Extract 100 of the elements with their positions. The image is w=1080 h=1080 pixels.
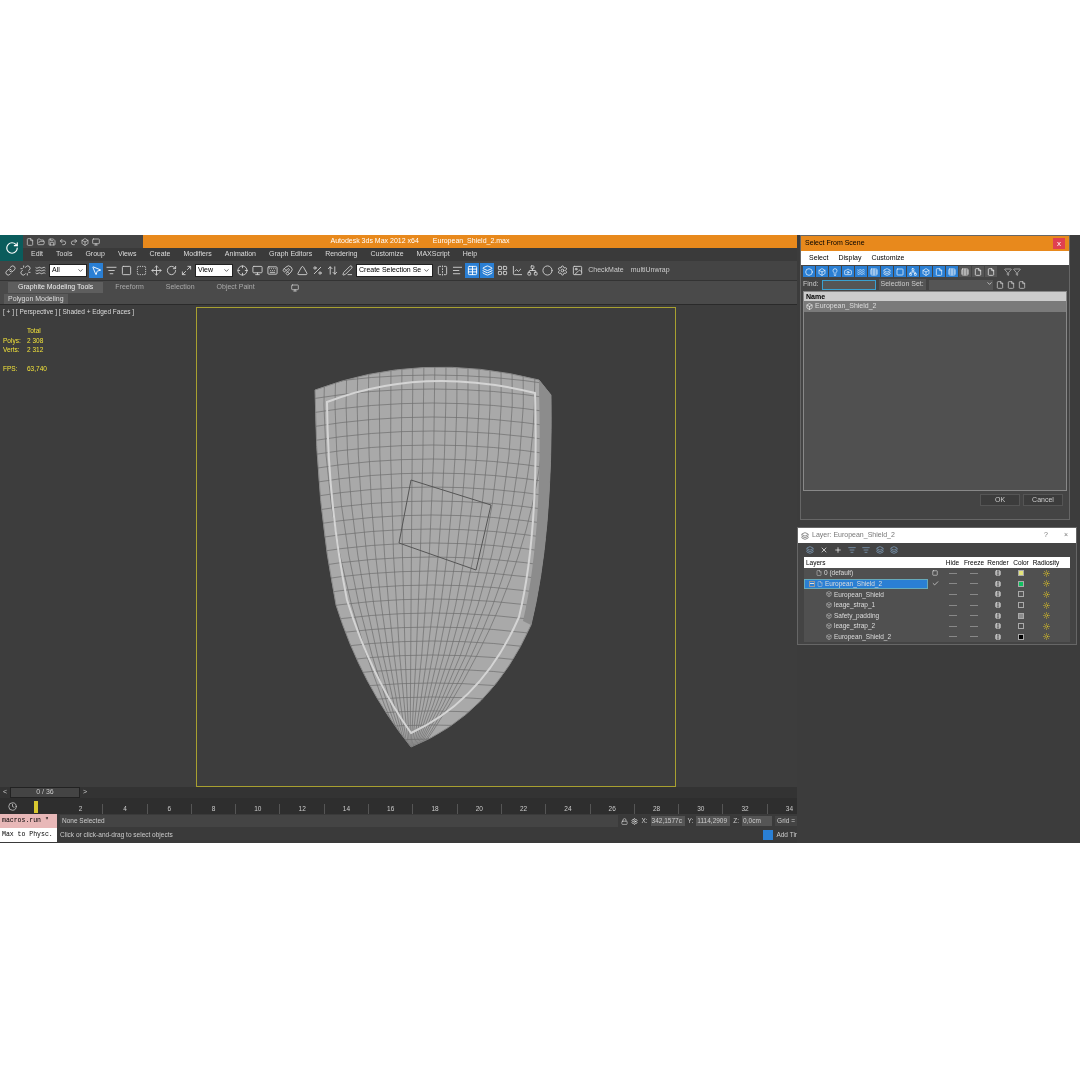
chevron-down-icon <box>223 267 230 274</box>
new-file-icon[interactable] <box>26 237 34 246</box>
lock-icon[interactable] <box>621 817 629 825</box>
layers-button[interactable] <box>480 263 495 278</box>
delete-icon[interactable] <box>820 546 828 554</box>
window-crossing-button[interactable] <box>134 263 148 278</box>
snap-button[interactable] <box>280 263 294 278</box>
container-filter-button[interactable] <box>920 266 932 277</box>
unlink-button[interactable] <box>18 263 32 278</box>
rendered-frame-icon <box>571 265 583 276</box>
selection-set-icon[interactable] <box>995 280 1004 289</box>
radiosity-icon[interactable] <box>1042 601 1050 609</box>
angle-snap-icon <box>296 265 308 276</box>
layer-icon <box>816 570 822 577</box>
link-icon <box>4 265 16 276</box>
link-button[interactable] <box>3 263 17 278</box>
collapse-icon[interactable] <box>809 580 815 587</box>
select-button[interactable] <box>89 263 103 278</box>
object-icon <box>826 623 832 630</box>
color-swatch[interactable] <box>1018 591 1024 598</box>
radiosity-icon[interactable] <box>1042 622 1050 630</box>
scale-icon <box>180 265 192 276</box>
object-icon <box>826 591 832 598</box>
percent-snap-button[interactable] <box>310 263 324 278</box>
snap-icon <box>281 265 293 276</box>
radiosity-icon[interactable] <box>1042 569 1050 577</box>
object-icon <box>806 303 813 310</box>
object-icon <box>826 612 832 619</box>
rectangle-button[interactable] <box>119 263 133 278</box>
pivot-icon <box>236 265 248 276</box>
rendered-frame-button[interactable] <box>570 263 585 278</box>
angle-snap-button[interactable] <box>295 263 309 278</box>
app-logo-button[interactable] <box>0 235 23 261</box>
pivot-button[interactable] <box>235 263 249 278</box>
bone-filter-icon <box>909 267 917 276</box>
scene-explorer-icon <box>466 265 478 276</box>
find-field[interactable] <box>821 279 876 290</box>
shape-filter-button[interactable] <box>816 266 828 277</box>
mirror-icon <box>436 265 448 276</box>
color-swatch[interactable] <box>1018 602 1024 609</box>
rotate-button[interactable] <box>164 263 178 278</box>
undo-icon[interactable] <box>59 237 67 246</box>
redo-icon[interactable] <box>70 237 78 246</box>
add-icon[interactable] <box>834 546 842 554</box>
helper-filter-button[interactable] <box>855 266 867 277</box>
render-setup-button[interactable] <box>555 263 570 278</box>
frame-marker-icon <box>34 801 38 813</box>
edit-selection-icon <box>341 265 353 276</box>
open-folder-icon[interactable] <box>37 237 45 246</box>
color-swatch[interactable] <box>1018 570 1024 577</box>
color-swatch[interactable] <box>1018 580 1024 587</box>
save-icon[interactable] <box>48 237 56 246</box>
ribbon-button[interactable] <box>495 263 510 278</box>
group-filter-button[interactable] <box>881 266 893 277</box>
layer-icon <box>817 580 823 587</box>
time-tag-icon[interactable] <box>763 830 774 840</box>
curve-editor-button[interactable] <box>510 263 525 278</box>
radiosity-icon[interactable] <box>1042 612 1050 620</box>
selection-set-icon[interactable] <box>1017 280 1026 289</box>
bone-filter-button[interactable] <box>907 266 919 277</box>
light-filter-button[interactable] <box>829 266 841 277</box>
radiosity-icon[interactable] <box>1042 633 1050 641</box>
color-swatch[interactable] <box>1018 623 1024 630</box>
geometry-filter-button[interactable] <box>803 266 815 277</box>
xref-filter-icon <box>896 267 904 276</box>
selection-set-icon[interactable] <box>1006 280 1015 289</box>
scene-explorer-button[interactable] <box>465 263 480 278</box>
color-swatch[interactable] <box>1018 612 1024 619</box>
select-icon <box>90 265 102 276</box>
chevron-down-icon <box>423 267 431 274</box>
radiosity-icon[interactable] <box>1042 580 1050 588</box>
xref-filter-button[interactable] <box>894 266 906 277</box>
track-bar-icon[interactable] <box>8 801 17 811</box>
close-button[interactable]: x <box>1053 238 1065 249</box>
app-logo-icon <box>4 241 19 255</box>
color-swatch[interactable] <box>1018 633 1024 640</box>
mirror-button[interactable] <box>435 263 450 278</box>
checkbox-icon[interactable] <box>932 570 938 577</box>
filter-icon[interactable] <box>1004 267 1012 276</box>
edit-selection-button[interactable] <box>340 263 354 278</box>
schematic-button[interactable] <box>525 263 540 278</box>
render-setup-icon <box>556 265 568 276</box>
transform-mode-icon[interactable] <box>631 817 639 825</box>
keyboard-button[interactable] <box>265 263 279 278</box>
viewport-icon[interactable] <box>92 237 100 246</box>
move-icon <box>150 265 162 276</box>
manipulate-button[interactable] <box>250 263 264 278</box>
material-button[interactable] <box>540 263 555 278</box>
ribbon-options-icon[interactable] <box>290 283 299 292</box>
wave-icon <box>34 265 46 276</box>
scale-button[interactable] <box>179 263 193 278</box>
check-icon[interactable] <box>931 580 939 588</box>
hold-icon[interactable] <box>81 237 89 246</box>
move-button[interactable] <box>149 263 163 278</box>
rotate-icon <box>165 265 177 276</box>
camera-filter-button[interactable] <box>842 266 854 277</box>
new-layer-icon[interactable] <box>806 546 814 554</box>
spinner-snap-button[interactable] <box>325 263 339 278</box>
radiosity-icon[interactable] <box>1042 591 1050 598</box>
filter-options-icon[interactable] <box>1013 267 1021 276</box>
